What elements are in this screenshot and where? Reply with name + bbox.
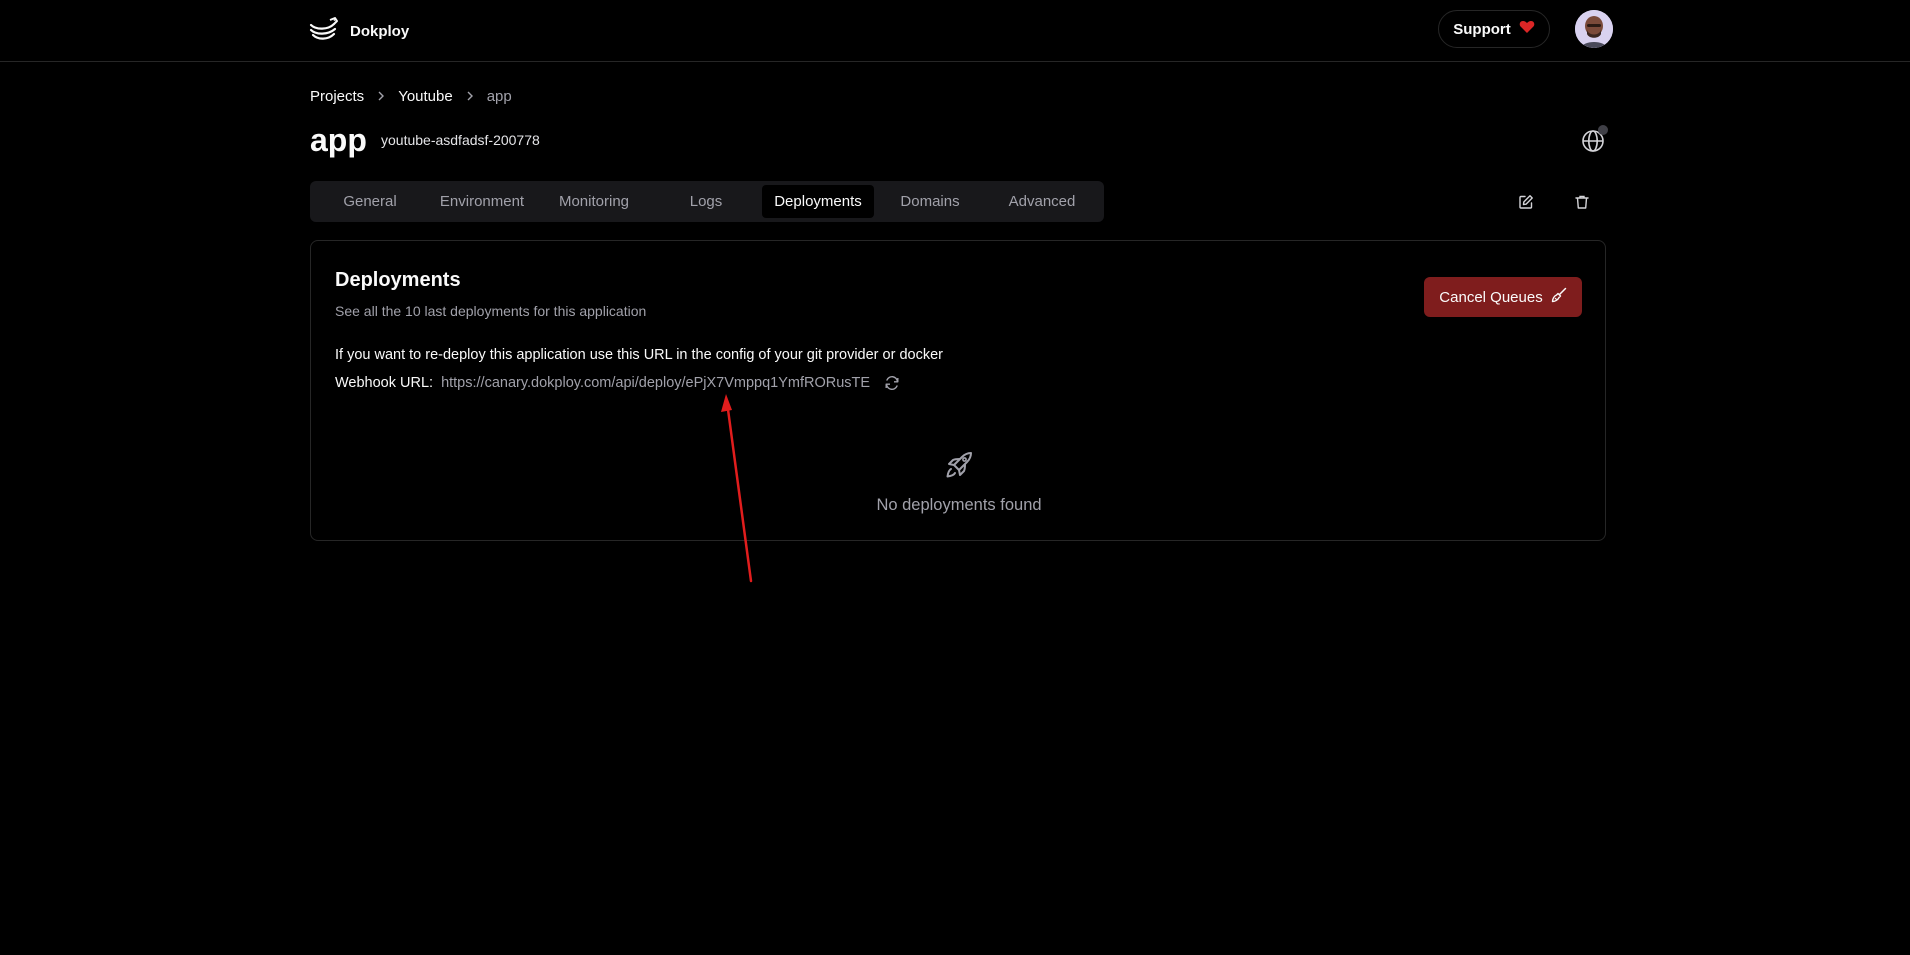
chevron-right-icon	[376, 91, 386, 101]
dokploy-logo-icon	[308, 15, 340, 48]
tab-list: General Environment Monitoring Logs Depl…	[310, 181, 1104, 222]
trash-icon	[1575, 195, 1589, 209]
avatar-icon	[1575, 10, 1613, 48]
brand-name: Dokploy	[350, 22, 410, 40]
brand[interactable]: Dokploy	[308, 16, 409, 46]
refresh-icon[interactable]	[884, 375, 900, 391]
empty-state-text: No deployments found	[876, 496, 1042, 514]
redeploy-instructions: If you want to re-deploy this applicatio…	[335, 347, 943, 363]
breadcrumb-app: app	[486, 87, 512, 105]
tab-logs[interactable]: Logs	[650, 185, 762, 218]
delete-button[interactable]	[1570, 190, 1594, 214]
tab-domains[interactable]: Domains	[874, 185, 986, 218]
breadcrumb: Projects Youtube app	[310, 86, 512, 106]
webhook-url[interactable]: https://canary.dokploy.com/api/deploy/eP…	[441, 375, 870, 391]
support-label: Support	[1453, 20, 1511, 38]
paintbrush-icon	[1551, 287, 1567, 307]
tab-deployments[interactable]: Deployments	[762, 185, 874, 218]
webhook-row: Webhook URL: https://canary.dokploy.com/…	[335, 375, 900, 391]
chevron-right-icon	[465, 91, 475, 101]
user-avatar[interactable]	[1575, 10, 1613, 48]
breadcrumb-youtube[interactable]: Youtube	[398, 88, 453, 105]
app-name: youtube-asdfadsf-200778	[381, 132, 540, 148]
tab-general[interactable]: General	[314, 185, 426, 218]
deployments-card: Deployments See all the 10 last deployme…	[310, 240, 1606, 541]
status-dot	[1598, 125, 1608, 135]
tab-monitoring[interactable]: Monitoring	[538, 185, 650, 218]
page-title: app	[310, 122, 367, 158]
support-button[interactable]: Support	[1438, 10, 1550, 48]
heart-icon	[1519, 20, 1535, 38]
top-navbar: Dokploy Support	[0, 0, 1910, 62]
breadcrumb-projects[interactable]: Projects	[310, 88, 364, 105]
tab-advanced[interactable]: Advanced	[986, 185, 1098, 218]
cancel-queues-label: Cancel Queues	[1439, 288, 1543, 306]
deployments-title: Deployments	[335, 269, 461, 291]
cancel-queues-button[interactable]: Cancel Queues	[1424, 277, 1582, 317]
edit-button[interactable]	[1514, 190, 1538, 214]
rocket-icon	[942, 448, 976, 482]
tab-environment[interactable]: Environment	[426, 185, 538, 218]
deployments-description: See all the 10 last deployments for this…	[335, 303, 647, 319]
webhook-label: Webhook URL:	[335, 375, 434, 391]
edit-icon	[1519, 195, 1533, 209]
